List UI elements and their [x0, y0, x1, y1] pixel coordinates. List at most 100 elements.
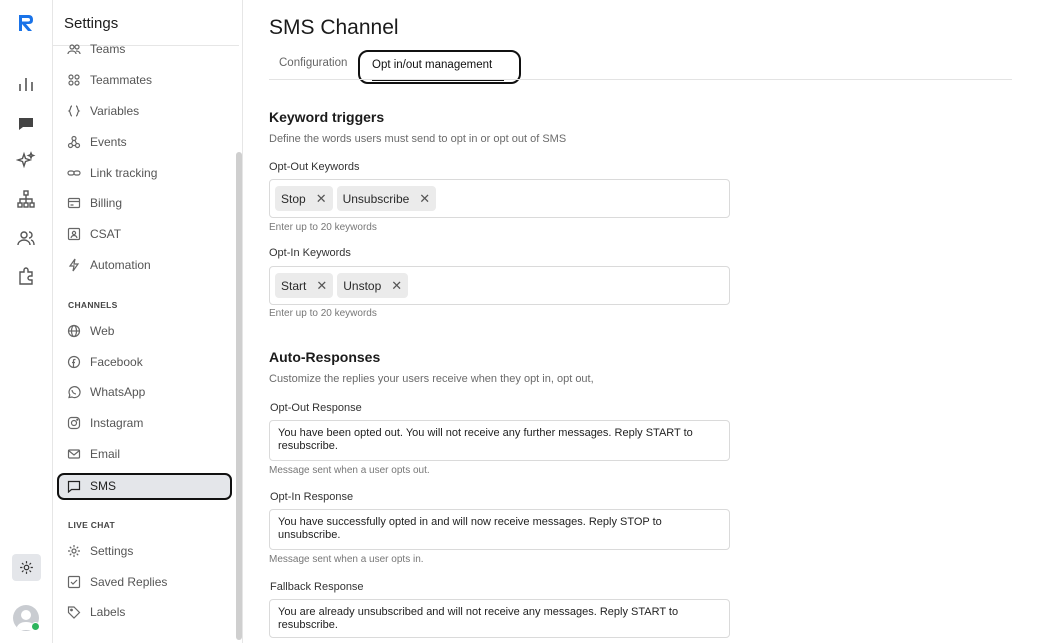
sidebar-item-label: Facebook — [90, 355, 143, 369]
sidebar-item-labels[interactable]: Labels — [67, 602, 125, 622]
gear-icon — [68, 545, 80, 557]
sidebar-item-label: CSAT — [90, 227, 122, 241]
online-status-dot — [31, 622, 40, 631]
tabs-divider — [269, 79, 1012, 80]
sidebar-item-events[interactable]: Events — [67, 132, 127, 152]
sidebar-scrollbar[interactable] — [236, 152, 242, 640]
keyword-tag-label: Stop — [281, 191, 306, 206]
saved-replies-icon — [67, 575, 81, 589]
sidebar-item-link-tracking[interactable]: Link tracking — [67, 163, 157, 183]
opt-in-response-textarea[interactable]: You have successfully opted in and will … — [269, 509, 730, 550]
keyword-tag: Stop ✕ — [275, 186, 333, 211]
opt-in-keywords-label: Opt-In Keywords — [269, 247, 351, 259]
sidebar-item-label: Teams — [90, 42, 126, 56]
keyword-tag: Start ✕ — [275, 273, 334, 298]
instagram-icon — [67, 416, 81, 430]
keyword-tag: Unstop ✕ — [337, 273, 409, 298]
section-heading-auto-responses: Auto-Responses — [269, 349, 381, 365]
fallback-response-label: Fallback Response — [270, 581, 364, 593]
remove-tag-icon[interactable]: ✕ — [316, 279, 327, 292]
remove-tag-icon[interactable]: ✕ — [316, 192, 327, 205]
opt-out-keywords-label: Opt-Out Keywords — [269, 161, 360, 173]
sidebar-item-label: Email — [90, 447, 121, 461]
opt-out-keywords-input[interactable]: Stop ✕ Unsubscribe ✕ — [269, 179, 730, 218]
main-content: SMS Channel Configuration Opt in/out man… — [244, 0, 1042, 643]
keyword-tag-label: Unsubscribe — [342, 191, 410, 206]
section-description: Customize the replies your users receive… — [269, 373, 594, 385]
sidebar-item-label: WhatsApp — [90, 385, 146, 399]
integrations-icon[interactable] — [16, 266, 36, 286]
sidebar-item-label: Labels — [90, 605, 126, 619]
opt-in-response-hint: Message sent when a user opts in. — [269, 554, 424, 565]
sidebar-item-label: Automation — [90, 258, 151, 272]
sidebar-item-label: Billing — [90, 196, 123, 210]
sidebar-item-sms[interactable]: SMS — [67, 476, 116, 496]
message-icon — [67, 480, 81, 493]
opt-in-keywords-input[interactable]: Start ✕ Unstop ✕ — [269, 266, 730, 305]
tab-label: Opt in/out management — [372, 59, 493, 71]
sidebar-item-label: SMS — [90, 479, 117, 493]
fallback-response-textarea[interactable]: You are already unsubscribed and will no… — [269, 599, 730, 638]
sidebar-item-web[interactable]: Web — [67, 321, 114, 341]
settings-sidebar: Settings Teams Teammates Variables Event… — [53, 0, 243, 643]
opt-out-response-label: Opt-Out Response — [270, 402, 362, 414]
sidebar-item-label: Link tracking — [90, 166, 158, 180]
whatsapp-icon — [68, 386, 81, 399]
conversations-icon[interactable] — [16, 114, 36, 134]
sidebar-item-live-chat-settings[interactable]: Settings — [67, 541, 133, 561]
sidebar-item-label: Saved Replies — [90, 575, 168, 589]
keyword-tag: Unsubscribe ✕ — [336, 186, 437, 211]
section-heading-keyword-triggers: Keyword triggers — [269, 109, 385, 125]
page-title: SMS Channel — [269, 16, 399, 39]
facebook-icon — [67, 355, 81, 369]
tag-icon — [67, 606, 81, 619]
link-icon — [67, 170, 81, 176]
sidebar-item-label: Settings — [90, 544, 134, 558]
gear-icon — [20, 561, 33, 574]
opt-in-response-label: Opt-In Response — [270, 491, 354, 503]
remove-tag-icon[interactable]: ✕ — [419, 192, 430, 205]
opt-out-keywords-hint: Enter up to 20 keywords — [269, 222, 377, 233]
sidebar-item-label: Events — [90, 135, 127, 149]
opt-in-keywords-hint: Enter up to 20 keywords — [269, 308, 377, 319]
ai-sparkle-icon[interactable] — [16, 151, 36, 171]
globe-icon — [67, 324, 81, 338]
sidebar-item-whatsapp[interactable]: WhatsApp — [67, 382, 145, 402]
section-heading-channels: CHANNELS — [68, 300, 118, 310]
events-icon — [67, 135, 81, 149]
opt-out-response-textarea[interactable]: You have been opted out. You will not re… — [269, 420, 730, 461]
reports-icon[interactable] — [16, 74, 36, 94]
sidebar-title: Settings — [64, 15, 119, 32]
remove-tag-icon[interactable]: ✕ — [391, 279, 402, 292]
sidebar-item-facebook[interactable]: Facebook — [67, 352, 143, 372]
sidebar-item-teammates[interactable]: Teammates — [67, 70, 152, 90]
app-logo[interactable] — [17, 14, 35, 32]
grid-icon — [68, 74, 80, 86]
sidebar-item-label: Variables — [90, 104, 140, 118]
keyword-tag-label: Start — [281, 278, 307, 293]
braces-icon — [67, 105, 81, 117]
workflow-icon[interactable] — [16, 189, 36, 209]
sidebar-item-label: Instagram — [90, 416, 144, 430]
sidebar-item-csat[interactable]: CSAT — [67, 224, 121, 244]
sidebar-item-email[interactable]: Email — [67, 444, 120, 464]
sidebar-item-instagram[interactable]: Instagram — [67, 413, 143, 433]
keyword-tag-label: Unstop — [343, 278, 382, 293]
csat-icon — [67, 227, 81, 241]
opt-out-response-hint: Message sent when a user opts out. — [269, 465, 430, 476]
contacts-icon[interactable] — [16, 228, 36, 248]
sidebar-item-saved-replies[interactable]: Saved Replies — [67, 572, 167, 592]
sidebar-item-automation[interactable]: Automation — [67, 255, 151, 275]
sidebar-item-billing[interactable]: Billing — [67, 193, 122, 213]
section-heading-live-chat: LIVE CHAT — [68, 520, 115, 530]
sidebar-item-label: Teammates — [90, 73, 153, 87]
sidebar-item-teams[interactable]: Teams — [67, 39, 125, 59]
sidebar-item-variables[interactable]: Variables — [67, 101, 139, 121]
bolt-icon — [68, 258, 80, 272]
billing-icon — [67, 197, 81, 209]
settings-rail-button[interactable] — [12, 554, 41, 581]
teams-icon — [67, 44, 81, 55]
tab-configuration[interactable]: Configuration — [279, 57, 347, 69]
section-description: Define the words users must send to opt … — [269, 133, 567, 145]
sidebar-item-label: Web — [90, 324, 115, 338]
